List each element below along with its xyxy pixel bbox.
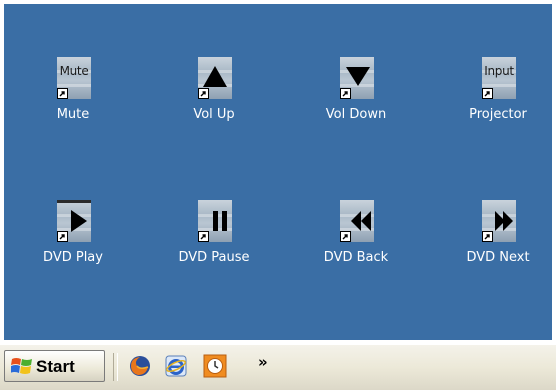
shortcut-dvd-pause[interactable]: DVD Pause — [164, 200, 264, 290]
taskbar: Start » — [0, 344, 556, 390]
shortcut-arrow-icon — [57, 231, 68, 242]
play-icon — [57, 200, 91, 242]
shortcut-vol-up[interactable]: Vol Up — [164, 57, 264, 147]
shortcut-label: Vol Down — [325, 107, 387, 122]
clock-icon[interactable] — [203, 354, 227, 378]
shortcut-label: DVD Next — [466, 250, 530, 265]
firefox-icon[interactable] — [128, 354, 152, 378]
shortcut-arrow-icon — [482, 88, 493, 99]
shortcut-label: DVD Play — [43, 250, 103, 265]
shortcut-arrow-icon — [57, 88, 68, 99]
start-label: Start — [36, 357, 75, 376]
volume-up-icon — [198, 57, 232, 99]
quick-launch-overflow-button[interactable]: » — [258, 353, 268, 371]
volume-down-icon — [340, 57, 374, 99]
shortcut-dvd-back[interactable]: DVD Back — [306, 200, 406, 290]
shortcut-label: DVD Pause — [178, 250, 250, 265]
start-button[interactable]: Start — [4, 350, 105, 382]
desktop: Mute Mute Vol Up Vol Down Input Projecto… — [4, 4, 552, 340]
shortcut-dvd-play[interactable]: DVD Play — [23, 200, 123, 290]
pause-icon — [198, 200, 232, 242]
tile-text-mute: Mute — [59, 64, 89, 78]
tile-text-input: Input — [484, 64, 514, 78]
internet-explorer-icon[interactable] — [164, 354, 188, 378]
quick-launch-separator — [113, 353, 118, 381]
shortcut-arrow-icon — [198, 88, 209, 99]
shortcut-label: Mute — [56, 107, 90, 122]
projector-input-icon: Input — [482, 57, 516, 99]
mute-icon: Mute — [57, 57, 91, 99]
rewind-icon — [340, 200, 374, 242]
shortcut-dvd-next[interactable]: DVD Next — [448, 200, 548, 290]
fast-forward-icon — [482, 200, 516, 242]
shortcut-arrow-icon — [340, 231, 351, 242]
shortcut-arrow-icon — [340, 88, 351, 99]
shortcut-arrow-icon — [482, 231, 493, 242]
windows-flag-icon — [10, 356, 33, 380]
shortcut-label: Projector — [469, 107, 527, 122]
shortcut-vol-down[interactable]: Vol Down — [306, 57, 406, 147]
shortcut-projector[interactable]: Input Projector — [448, 57, 548, 147]
shortcut-label: DVD Back — [323, 250, 389, 265]
shortcut-mute[interactable]: Mute Mute — [23, 57, 123, 147]
shortcut-label: Vol Up — [193, 107, 235, 122]
screen: Mute Mute Vol Up Vol Down Input Projecto… — [0, 0, 556, 390]
shortcut-arrow-icon — [198, 231, 209, 242]
